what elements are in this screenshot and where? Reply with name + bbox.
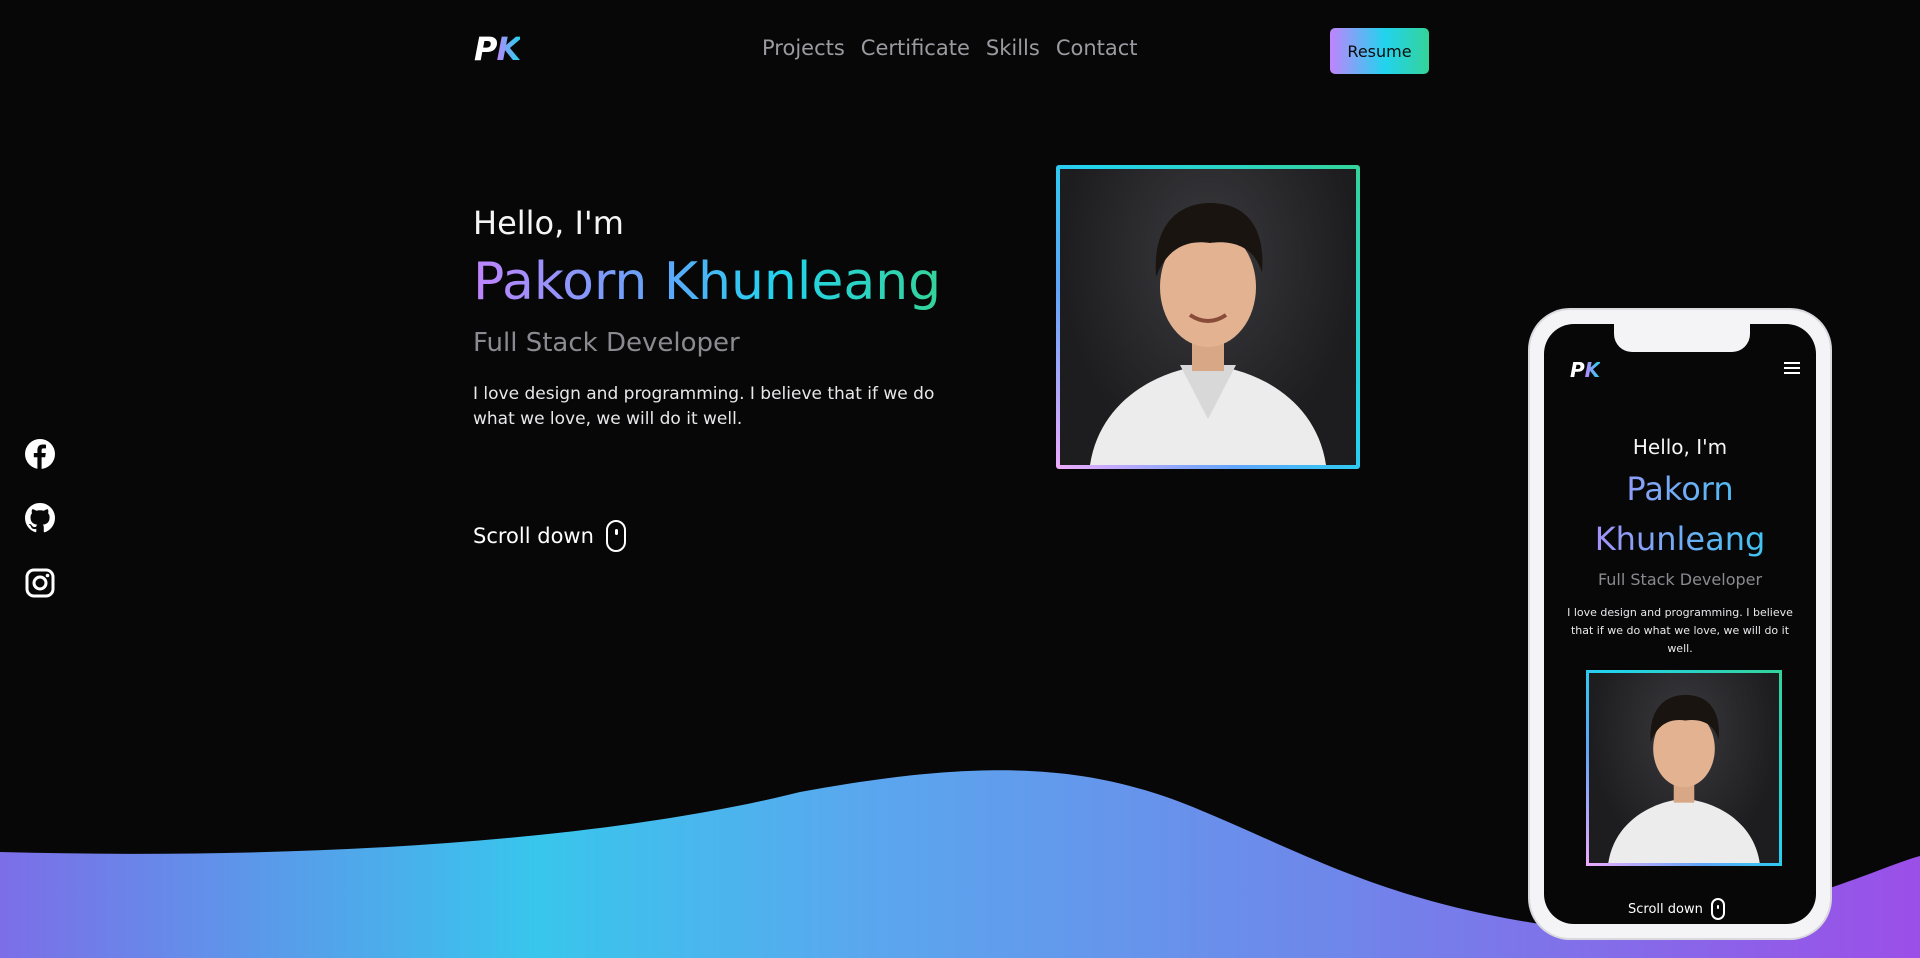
nav-link-projects[interactable]: Projects: [762, 36, 845, 60]
mobile-scroll-down-label: Scroll down: [1628, 901, 1703, 917]
mobile-logo[interactable]: PK: [1570, 358, 1600, 382]
facebook-icon: [25, 439, 55, 469]
mobile-profile-photo: [1589, 673, 1779, 863]
scroll-down-button[interactable]: Scroll down: [473, 520, 626, 552]
navbar: PK Projects Certificate Skills Contact R…: [0, 0, 1920, 100]
github-icon: [25, 503, 55, 533]
mobile-logo-letter-p: P: [1570, 358, 1585, 382]
mobile-name: Pakorn Khunleang: [1544, 464, 1816, 564]
nav-link-skills[interactable]: Skills: [986, 36, 1040, 60]
nav-links: Projects Certificate Skills Contact: [762, 36, 1138, 60]
profile-photo: [1060, 169, 1356, 465]
logo-letter-k: K: [496, 30, 521, 68]
phone-screen: PK Hello, I'm Pakorn Khunleang Full Stac…: [1544, 324, 1816, 924]
logo-letter-p: P: [474, 30, 497, 68]
hero-bio: I love design and programming. I believe…: [473, 384, 935, 429]
mobile-mouse-icon: [1710, 898, 1725, 920]
profile-photo-frame: [1056, 165, 1360, 469]
instagram-icon: [25, 568, 55, 598]
mobile-scroll-down-button[interactable]: Scroll down: [1628, 898, 1725, 920]
hero-role: Full Stack Developer: [473, 328, 740, 358]
mobile-logo-letter-k: K: [1584, 358, 1601, 382]
scroll-down-label: Scroll down: [473, 524, 594, 548]
mouse-icon: [605, 520, 626, 552]
nav-link-certificate[interactable]: Certificate: [861, 36, 970, 60]
mobile-bio: I love design and programming. I believe…: [1567, 606, 1793, 655]
instagram-link[interactable]: [24, 567, 56, 599]
nav-link-contact[interactable]: Contact: [1056, 36, 1138, 60]
phone-notch: [1614, 324, 1750, 352]
mobile-photo-frame: [1586, 670, 1782, 866]
mobile-greeting: Hello, I'm: [1632, 435, 1728, 459]
greeting: Hello, I'm: [473, 204, 624, 242]
hamburger-menu-icon[interactable]: [1784, 362, 1800, 374]
phone-mockup: PK Hello, I'm Pakorn Khunleang Full Stac…: [1530, 310, 1830, 938]
github-link[interactable]: [24, 502, 56, 534]
facebook-link[interactable]: [24, 438, 56, 470]
hero-name: Pakorn Khunleang: [473, 252, 942, 312]
mobile-role: Full Stack Developer: [1597, 570, 1763, 589]
resume-button[interactable]: Resume: [1330, 28, 1429, 74]
logo[interactable]: PK: [474, 30, 521, 68]
